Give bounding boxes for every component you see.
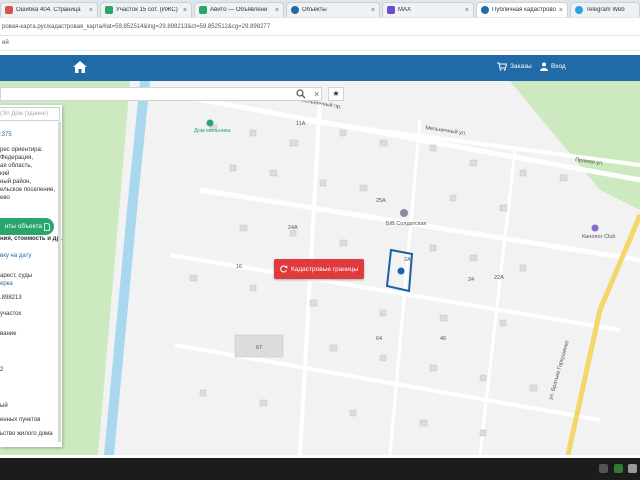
cadastral-borders-label: Кадастровые границы (290, 265, 359, 273)
object-type-field[interactable]: (Эл Дом (здание) (0, 107, 60, 121)
panel-line: ельское поселение, (0, 187, 56, 193)
telegram-icon (575, 6, 583, 14)
map-label: 11А (296, 121, 306, 127)
panel-line: ьство жилого дома (0, 431, 53, 437)
home-icon[interactable] (72, 60, 88, 74)
close-icon[interactable]: × (559, 7, 563, 14)
panel-line: енных пунктов (0, 417, 41, 423)
document-icon (44, 222, 50, 231)
panel-scrollbar[interactable] (58, 122, 61, 442)
object-info-panel: :375 рес ориентира: Федерация, ая област… (0, 105, 62, 447)
close-icon[interactable]: × (465, 7, 469, 14)
browser-tab-strip: Ошибка 404. Страница × Участок 15 сот. (… (0, 0, 640, 18)
tray-icon[interactable] (599, 464, 608, 473)
map-label: 22А (494, 275, 504, 281)
map-label: Б/В Солдатская (386, 221, 427, 227)
orders-button[interactable]: Заказы (497, 62, 532, 71)
docs-subtitle: ния, стоимость и др. (0, 236, 62, 242)
object-documents-button[interactable]: нты объекта (0, 218, 54, 235)
tab-label: Публичная кадастрово (492, 7, 556, 13)
refresh-icon (280, 265, 288, 273)
login-label: Вход (551, 63, 566, 70)
map-label: 46 (440, 336, 447, 342)
avito-icon (105, 6, 113, 14)
panel-line: участок (0, 311, 22, 317)
address-bar[interactable]: ровая-карта.рус/кадастровая_карта#lat=59… (0, 18, 640, 36)
map-label: 25А (376, 198, 386, 204)
tab-objects[interactable]: Объекты × (286, 2, 380, 17)
url-text: ровая-карта.рус/кадастровая_карта#lat=59… (2, 23, 271, 30)
map-label: 2А (404, 257, 411, 263)
tab-avito-ads[interactable]: Авито — Объявлени × (194, 2, 284, 17)
order-extract-link[interactable]: вку на дату (0, 253, 31, 259)
close-icon[interactable]: × (275, 7, 279, 14)
panel-line: 2 (0, 367, 4, 373)
max-icon (387, 6, 395, 14)
map-label: 16 (236, 264, 243, 270)
close-icon[interactable]: × (183, 7, 187, 14)
check-link[interactable]: ерка (0, 281, 13, 287)
map-label: Кинолог Club (582, 234, 616, 240)
os-taskbar (0, 458, 640, 480)
tab-cadastral-map[interactable]: Публичная кадастрово × (476, 2, 568, 17)
docs-button-label: нты объекта (4, 223, 42, 230)
tab-max[interactable]: MAX × (382, 2, 474, 17)
map-label: 24 (468, 277, 475, 283)
tray-icon[interactable] (628, 464, 637, 473)
panel-line: арест, суды (0, 273, 33, 279)
cadastral-borders-button[interactable]: Кадастровые границы (274, 259, 364, 279)
clear-icon[interactable]: × (314, 89, 319, 99)
map-label: 24А (288, 225, 298, 231)
panel-line: Федерация, (0, 155, 33, 161)
panel-line: ый (0, 403, 8, 409)
cart-icon (497, 62, 507, 71)
bookmarks-bar: ей (0, 36, 640, 51)
globe-icon (481, 6, 489, 14)
user-icon (540, 62, 548, 71)
close-icon[interactable]: × (89, 7, 93, 14)
tab-label: Ошибка 404. Страница (16, 7, 81, 13)
login-button[interactable]: Вход (540, 62, 566, 71)
search-icon[interactable] (296, 89, 306, 99)
panel-line: вание (0, 331, 17, 337)
tab-telegram[interactable]: Telegram Web (570, 2, 640, 17)
map-label: 64 (376, 336, 383, 342)
tab-label: Объекты (302, 7, 327, 13)
tab-label: Telegram Web (586, 7, 625, 13)
avito-icon (199, 6, 207, 14)
tab-label: Участок 15 сот. (ИЖС) (116, 7, 178, 13)
panel-line: ая область, (0, 163, 33, 169)
map-search-input[interactable] (0, 87, 322, 101)
tab-avito-plot[interactable]: Участок 15 сот. (ИЖС) × (100, 2, 192, 17)
panel-line: рес ориентира: (0, 147, 43, 153)
panel-line: .898213 (0, 295, 22, 301)
tab-error-404[interactable]: Ошибка 404. Страница × (0, 2, 98, 17)
doc-red-icon (5, 6, 13, 14)
close-icon[interactable]: × (371, 7, 375, 14)
panel-line: :375 (0, 132, 12, 138)
tray-icon[interactable] (614, 464, 623, 473)
map-label: 67 (256, 345, 263, 351)
globe-icon (291, 6, 299, 14)
map-label: Дом мельника (194, 128, 231, 134)
tab-label: MAX (398, 7, 412, 13)
bookmark-item[interactable]: ей (2, 40, 9, 46)
orders-label: Заказы (510, 63, 532, 70)
tab-label: Авито — Объявлени (210, 7, 268, 13)
panel-line: кий (0, 171, 10, 177)
panel-line: ево (0, 195, 10, 201)
favorites-button[interactable]: ★ (328, 87, 344, 101)
panel-line: ный район, (0, 179, 31, 185)
